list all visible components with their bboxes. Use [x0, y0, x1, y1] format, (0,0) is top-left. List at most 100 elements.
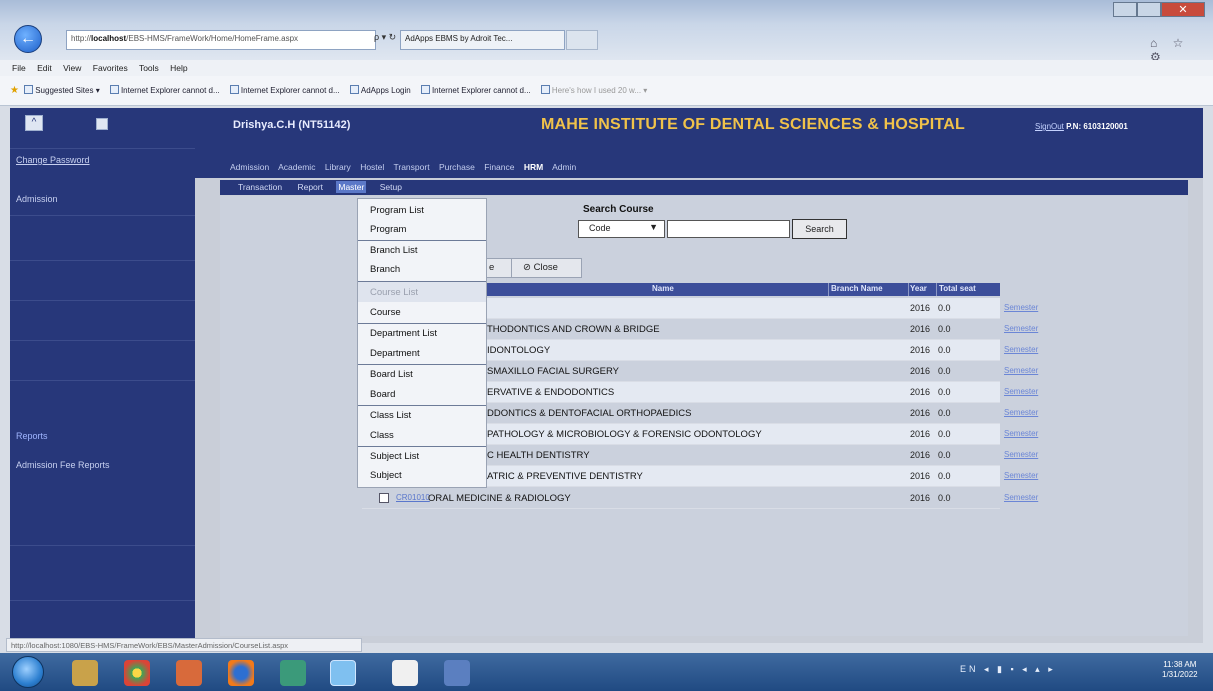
sidebar-divider — [10, 380, 195, 381]
menu-item-department[interactable]: Department — [370, 348, 420, 359]
favorites-star-icon[interactable]: ★ — [10, 85, 19, 96]
menu-item-class-list[interactable]: Class List — [370, 410, 411, 421]
module-admin[interactable]: Admin — [552, 162, 576, 172]
column-divider — [828, 283, 829, 296]
favorite-link[interactable]: Internet Explorer cannot d... — [109, 85, 220, 95]
module-hrm[interactable]: HRM — [524, 162, 543, 172]
java-icon[interactable] — [392, 660, 418, 686]
menu-item-branch-list[interactable]: Branch List — [370, 245, 418, 256]
toolbar-partial-label[interactable]: e — [489, 262, 494, 273]
start-button-icon[interactable] — [12, 656, 44, 688]
admission-fee-reports-link[interactable]: Admission Fee Reports — [16, 460, 110, 470]
module-admission[interactable]: Admission — [230, 162, 269, 172]
menu-item-subject-list[interactable]: Subject List — [370, 451, 419, 462]
menu-item-board-list[interactable]: Board List — [370, 369, 413, 380]
module-academic[interactable]: Academic — [278, 162, 315, 172]
course-seats: 0.0 — [938, 471, 951, 481]
collapse-icon[interactable]: ^ — [25, 115, 43, 131]
file-explorer-icon[interactable] — [72, 660, 98, 686]
browser-tab[interactable]: AdApps EBMS by Adroit Tec... — [400, 30, 565, 50]
menu-item-board[interactable]: Board — [370, 389, 395, 400]
column-header-name[interactable]: Name — [652, 284, 674, 293]
module-library[interactable]: Library — [325, 162, 351, 172]
semester-link[interactable]: Semester — [1004, 493, 1038, 502]
favorite-link[interactable]: Suggested Sites ▾ — [24, 85, 100, 95]
sidebar-divider — [10, 260, 195, 261]
change-password-link[interactable]: Change Password — [16, 155, 90, 165]
menu-item-subject[interactable]: Subject — [370, 470, 402, 481]
menu-item-department-list[interactable]: Department List — [370, 328, 437, 339]
menu-item-program[interactable]: Program — [370, 224, 406, 235]
back-arrow-icon[interactable]: ← — [14, 25, 42, 53]
network-app-icon[interactable] — [280, 660, 306, 686]
semester-link[interactable]: Semester — [1004, 387, 1038, 396]
search-button[interactable]: Search — [792, 219, 847, 239]
favorite-link[interactable]: Internet Explorer cannot d... — [420, 85, 531, 95]
course-code-link[interactable]: CR01010 — [396, 493, 430, 502]
menu-item-course[interactable]: Course — [370, 307, 401, 318]
search-field-select[interactable]: Code ▼ — [578, 220, 665, 238]
semester-link[interactable]: Semester — [1004, 429, 1038, 438]
close-button[interactable]: ⊘ Close — [511, 259, 569, 277]
row-checkbox[interactable] — [379, 493, 389, 503]
column-header-branch[interactable]: Branch Name — [831, 284, 883, 293]
address-bar[interactable]: http://localhost/EBS-HMS/FrameWork/Home/… — [66, 30, 376, 50]
table-row[interactable]: CR01010 ORAL MEDICINE & RADIOLOGY 2016 0… — [362, 488, 1038, 509]
chrome-icon[interactable] — [124, 660, 150, 686]
semester-link[interactable]: Semester — [1004, 324, 1038, 333]
favorite-link[interactable]: Internet Explorer cannot d... — [229, 85, 340, 95]
media-player-icon[interactable] — [176, 660, 202, 686]
browser-menu-bar: File Edit View Favorites Tools Help — [0, 60, 1213, 76]
search-input[interactable] — [667, 220, 790, 238]
menu-item-program-list[interactable]: Program List — [370, 205, 424, 216]
favorite-link[interactable]: AdApps Login — [349, 85, 411, 95]
course-name: PATHOLOGY & MICROBIOLOGY & FORENSIC ODON… — [487, 429, 762, 440]
menu-divider — [358, 240, 486, 241]
column-header-total-seat[interactable]: Total seat — [939, 284, 976, 293]
semester-link[interactable]: Semester — [1004, 408, 1038, 417]
module-transport[interactable]: Transport — [394, 162, 430, 172]
menu-help[interactable]: Help — [170, 63, 187, 73]
submenu-master[interactable]: Master — [336, 181, 367, 193]
semester-link[interactable]: Semester — [1004, 345, 1038, 354]
column-header-year[interactable]: Year — [910, 284, 927, 293]
menu-favorites[interactable]: Favorites — [93, 63, 128, 73]
favorite-link[interactable]: Here's how I used 20 w... ▾ — [540, 85, 647, 95]
system-tray[interactable]: EN ◂ ▮ ▪ ◂ ▴ ▸ — [960, 664, 1056, 675]
course-seats: 0.0 — [938, 303, 951, 313]
semester-link[interactable]: Semester — [1004, 471, 1038, 480]
module-finance[interactable]: Finance — [484, 162, 514, 172]
sidebar-reports-header[interactable]: Reports — [16, 431, 48, 441]
sidebar-item-admission[interactable]: Admission — [16, 194, 58, 204]
menu-item-course-list[interactable]: Course List — [370, 287, 418, 298]
address-bar-controls[interactable]: ρ ▾ ↻ — [374, 32, 396, 43]
close-window-button[interactable]: ✕ — [1161, 2, 1205, 17]
semester-link[interactable]: Semester — [1004, 303, 1038, 312]
menu-view[interactable]: View — [63, 63, 81, 73]
module-hostel[interactable]: Hostel — [360, 162, 384, 172]
menu-toggle-icon[interactable] — [96, 118, 108, 130]
calculator-icon[interactable] — [444, 660, 470, 686]
maximize-button[interactable] — [1137, 2, 1161, 17]
menu-item-branch[interactable]: Branch — [370, 264, 400, 275]
status-url-bar: http://localhost:1080/EBS-HMS/FrameWork/… — [6, 638, 362, 652]
course-name: ORAL MEDICINE & RADIOLOGY — [428, 493, 571, 504]
submenu-setup[interactable]: Setup — [378, 181, 404, 193]
minimize-button[interactable] — [1113, 2, 1137, 17]
menu-tools[interactable]: Tools — [139, 63, 159, 73]
module-purchase[interactable]: Purchase — [439, 162, 475, 172]
taskbar-clock[interactable]: 11:38 AM 1/31/2022 — [1162, 660, 1198, 680]
internet-explorer-icon[interactable] — [330, 660, 356, 686]
submenu-report[interactable]: Report — [295, 181, 325, 193]
menu-edit[interactable]: Edit — [37, 63, 52, 73]
semester-link[interactable]: Semester — [1004, 450, 1038, 459]
menu-item-class[interactable]: Class — [370, 430, 394, 441]
submenu-transaction[interactable]: Transaction — [236, 181, 284, 193]
firefox-icon[interactable] — [228, 660, 254, 686]
semester-link[interactable]: Semester — [1004, 366, 1038, 375]
course-seats: 0.0 — [938, 387, 951, 397]
sidebar-divider — [10, 545, 195, 546]
new-tab-button[interactable] — [566, 30, 598, 50]
menu-file[interactable]: File — [12, 63, 26, 73]
signout-link[interactable]: SignOut — [1035, 122, 1064, 131]
